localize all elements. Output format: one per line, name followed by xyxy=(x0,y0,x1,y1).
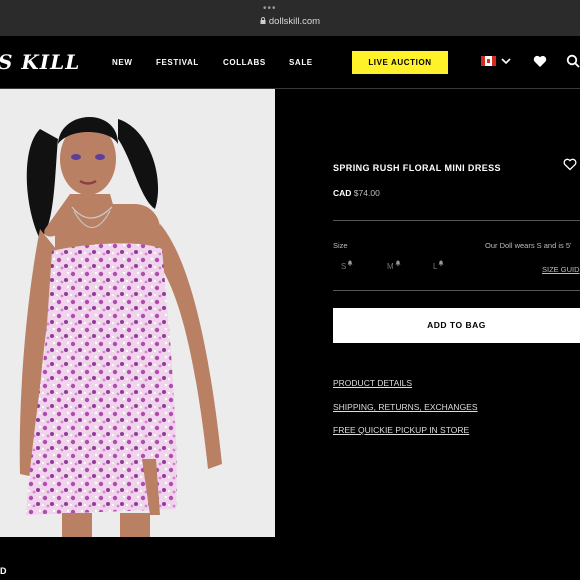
size-guide-link[interactable]: SIZE GUID xyxy=(542,265,580,274)
site-logo[interactable]: S KILL xyxy=(0,50,80,74)
live-auction-button[interactable]: LIVE AUCTION xyxy=(352,51,448,74)
notify-bell-icon xyxy=(347,260,353,266)
size-option-l[interactable]: L xyxy=(433,260,444,271)
browser-more-icon[interactable]: ••• xyxy=(263,4,277,14)
app-frame: ••• dollskill.com S KILL NEW FESTIVAL CO… xyxy=(0,0,580,580)
price-amount: $74.00 xyxy=(353,188,380,198)
address-bar[interactable]: dollskill.com xyxy=(0,16,580,27)
add-to-bag-button[interactable]: ADD TO BAG xyxy=(333,308,580,343)
size-label: Size xyxy=(333,241,348,250)
product-title: SPRING RUSH FLORAL MINI DRESS xyxy=(333,163,501,173)
size-m-label: M xyxy=(387,262,394,271)
site-header: S KILL NEW FESTIVAL COLLABS SALE LIVE AU… xyxy=(0,36,580,89)
nav-collabs[interactable]: COLLABS xyxy=(223,58,266,67)
product-price: CAD $74.00 xyxy=(333,188,380,198)
model-size-note: Our Doll wears S and is 5' xyxy=(485,241,572,250)
size-s-label: S xyxy=(341,262,347,271)
store-pickup-link[interactable]: FREE QUICKIE PICKUP IN STORE xyxy=(333,425,469,435)
divider xyxy=(333,220,580,221)
nav-festival[interactable]: FESTIVAL xyxy=(156,58,199,67)
size-l-label: L xyxy=(433,262,438,271)
footer-partial-text: D xyxy=(0,566,7,576)
wishlist-heart-icon[interactable] xyxy=(563,158,577,171)
shipping-returns-link[interactable]: SHIPPING, RETURNS, EXCHANGES xyxy=(333,402,478,412)
size-option-s[interactable]: S xyxy=(341,260,353,271)
notify-bell-icon xyxy=(395,260,401,266)
model-illustration xyxy=(19,116,222,537)
price-currency: CAD xyxy=(333,188,352,198)
chevron-down-icon[interactable] xyxy=(501,57,511,65)
nav-sale[interactable]: SALE xyxy=(289,58,313,67)
url-text: dollskill.com xyxy=(268,16,321,27)
product-details-link[interactable]: PRODUCT DETAILS xyxy=(333,378,412,388)
nav-new[interactable]: NEW xyxy=(112,58,132,67)
size-option-m[interactable]: M xyxy=(387,260,401,271)
divider xyxy=(333,290,580,291)
wishlist-heart-icon[interactable] xyxy=(533,55,547,68)
search-icon[interactable] xyxy=(566,54,580,68)
notify-bell-icon xyxy=(438,260,444,266)
browser-toolbar: ••• dollskill.com xyxy=(0,0,580,36)
canada-flag-icon[interactable] xyxy=(481,56,496,66)
product-image[interactable] xyxy=(0,89,275,537)
lock-icon xyxy=(260,17,266,24)
